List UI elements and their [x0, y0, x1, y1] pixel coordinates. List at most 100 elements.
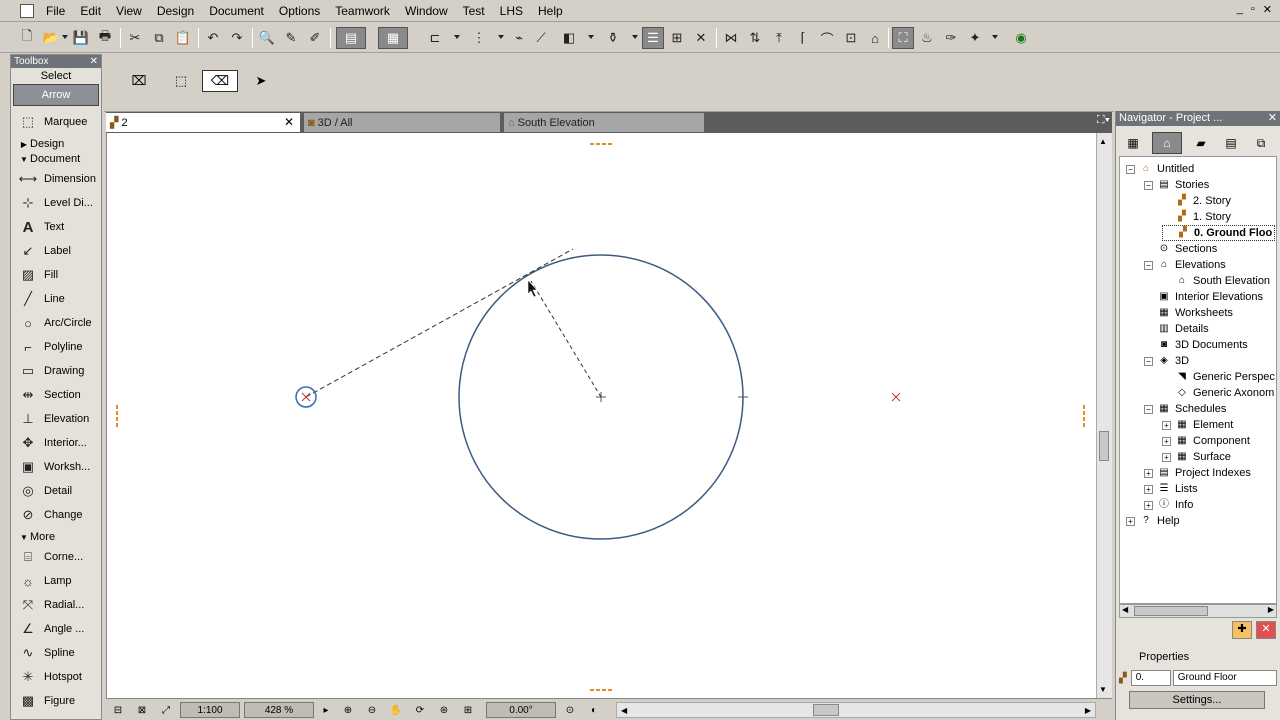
- tool-change[interactable]: ⊘ Change: [11, 504, 101, 526]
- view-map-icon[interactable]: ⌂: [1152, 132, 1182, 154]
- tree-item[interactable]: +? Help: [1126, 513, 1180, 529]
- scroll-left-icon[interactable]: ◀: [621, 706, 627, 715]
- fillet-icon[interactable]: ⌒: [816, 27, 838, 49]
- layer-settings-icon[interactable]: ▤: [336, 27, 366, 49]
- cancel-icon[interactable]: ✕: [690, 27, 712, 49]
- cursor-snap-icon[interactable]: ⟋: [530, 27, 552, 49]
- tool-radial-dimension[interactable]: ⤧ Radial...: [11, 594, 101, 616]
- horizontal-scrollbar[interactable]: ◀ ▶: [616, 702, 1096, 718]
- restore-icon[interactable]: ▫: [1251, 3, 1255, 16]
- scroll-left-icon[interactable]: ◀: [1122, 605, 1128, 614]
- tree-item[interactable]: − ▤ Stories: [1144, 177, 1209, 193]
- tab-list-icon[interactable]: ⛶▾: [1097, 114, 1110, 127]
- story-name-field[interactable]: Ground Floor: [1172, 670, 1277, 686]
- collapse-icon[interactable]: −: [1144, 260, 1153, 270]
- scroll-right-icon[interactable]: ▶: [1268, 605, 1274, 614]
- close-icon[interactable]: ✕: [1263, 3, 1272, 16]
- tool-figure[interactable]: ▩ Figure: [11, 690, 101, 712]
- dimension-toggle-icon[interactable]: ⊞: [666, 27, 688, 49]
- tree-item[interactable]: − ⌂ Elevations: [1144, 257, 1226, 273]
- minimize-icon[interactable]: _: [1237, 3, 1243, 16]
- tab-south-elevation[interactable]: ⌂ South Elevation: [504, 113, 704, 132]
- tree-item[interactable]: + ▤ Project Indexes: [1144, 465, 1251, 481]
- tree-item[interactable]: ⌂ South Elevation: [1162, 273, 1270, 289]
- paste-icon[interactable]: 📋: [172, 27, 194, 49]
- tree-item[interactable]: ▞ 0. Ground Floo: [1162, 225, 1276, 241]
- find-select-icon[interactable]: 🔍: [256, 27, 278, 49]
- undo-icon[interactable]: ↶: [202, 27, 224, 49]
- trace-icon[interactable]: ⌁: [508, 27, 530, 49]
- tool-elevation[interactable]: ⊥ Elevation: [11, 408, 101, 430]
- tree-item[interactable]: ▥ Details: [1144, 321, 1208, 337]
- section-more[interactable]: ▼ More: [11, 530, 101, 544]
- tree-item[interactable]: − ◈ 3D: [1144, 353, 1189, 369]
- redo-icon[interactable]: ↷: [226, 27, 248, 49]
- expand-icon[interactable]: +: [1162, 452, 1171, 462]
- menu-design[interactable]: Design: [151, 4, 203, 18]
- paint-icon[interactable]: ♨: [916, 27, 938, 49]
- selection-method-icon[interactable]: ⬚: [166, 70, 196, 92]
- tree-item[interactable]: − ▦ Schedules: [1144, 401, 1226, 417]
- fit-in-window-icon[interactable]: ⊞: [458, 702, 478, 718]
- layout-book-icon[interactable]: ▰: [1186, 132, 1216, 154]
- collapse-icon[interactable]: −: [1126, 164, 1135, 174]
- tree-item[interactable]: ◇ Generic Axonom: [1162, 385, 1274, 401]
- expand-icon[interactable]: +: [1162, 436, 1171, 446]
- organizer-icon[interactable]: ⧉: [1246, 132, 1276, 154]
- pointer-icon[interactable]: ➤: [246, 70, 276, 92]
- offset-icon[interactable]: ⌈: [792, 27, 814, 49]
- tree-item[interactable]: ⊙ Sections: [1144, 241, 1217, 257]
- view-options-icon[interactable]: ◐: [584, 702, 604, 718]
- menu-view[interactable]: View: [110, 4, 151, 18]
- zoom-out-icon[interactable]: ⊖: [362, 702, 382, 718]
- menu-window[interactable]: Window: [399, 4, 457, 18]
- zoom-arrow-icon[interactable]: ▸: [318, 702, 334, 718]
- surface-painter-icon[interactable]: ✦: [964, 27, 986, 49]
- scroll-thumb[interactable]: [1099, 431, 1109, 461]
- tree-item[interactable]: + ☰ Lists: [1144, 481, 1198, 497]
- open-folder-icon[interactable]: 📂: [40, 27, 62, 49]
- section-document[interactable]: ▼ Document: [11, 152, 101, 166]
- menu-edit[interactable]: Edit: [74, 4, 110, 18]
- geometry-method-icon[interactable]: ⌧: [124, 70, 154, 92]
- rotate-view-icon[interactable]: ⟳: [410, 702, 430, 718]
- tool-polyline[interactable]: ⌐ Polyline: [11, 336, 101, 358]
- scroll-down-icon[interactable]: ▼: [1099, 685, 1107, 694]
- scroll-right-icon[interactable]: ▶: [1085, 706, 1091, 715]
- section-design[interactable]: ▶ Design: [11, 137, 101, 151]
- publisher-sets-icon[interactable]: ▤: [1216, 132, 1246, 154]
- explode-icon[interactable]: ⊡: [840, 27, 862, 49]
- print-icon[interactable]: 🖶: [94, 27, 116, 49]
- tool-spline[interactable]: ∿ Spline: [11, 642, 101, 664]
- tool-line[interactable]: ╱ Line: [11, 288, 101, 310]
- new-folder-icon[interactable]: ✚: [1232, 621, 1252, 639]
- expand-icon[interactable]: +: [1144, 500, 1153, 510]
- arrow-tool-button[interactable]: Arrow: [13, 84, 99, 106]
- angle-field[interactable]: 0.00°: [486, 702, 556, 718]
- tool-label[interactable]: ↙ Label: [11, 240, 101, 262]
- tool-lamp[interactable]: ☼ Lamp: [11, 570, 101, 592]
- close-icon[interactable]: ✕: [90, 55, 98, 68]
- mirror-icon[interactable]: ⋈: [720, 27, 742, 49]
- tree-item[interactable]: ▞ 1. Story: [1162, 209, 1231, 225]
- scale-field[interactable]: 1:100: [180, 702, 240, 718]
- drag-icon[interactable]: ⤒: [768, 27, 790, 49]
- inject-parameters-icon[interactable]: ✐: [304, 27, 326, 49]
- menu-options[interactable]: Options: [273, 4, 329, 18]
- expand-icon[interactable]: +: [1144, 484, 1153, 494]
- close-icon[interactable]: ✕: [1268, 111, 1277, 126]
- vertical-scrollbar[interactable]: ▲ ▼: [1096, 133, 1112, 698]
- floor-plan-cut-icon[interactable]: ⊏: [424, 27, 446, 49]
- drawing-canvas[interactable]: [106, 133, 1096, 698]
- menu-help[interactable]: Help: [532, 4, 572, 18]
- tree-item[interactable]: − ⌂ Untitled: [1126, 161, 1194, 177]
- new-file-icon[interactable]: 🗋: [16, 27, 38, 49]
- tree-item[interactable]: + ▦ Surface: [1162, 449, 1231, 465]
- tree-item[interactable]: + ⓘ Info: [1144, 497, 1193, 513]
- delete-icon[interactable]: ✕: [1256, 621, 1276, 639]
- pick-up-parameters-icon[interactable]: ✎: [280, 27, 302, 49]
- tool-interior-elevation[interactable]: ✥ Interior...: [11, 432, 101, 454]
- tool-fill[interactable]: ▨ Fill: [11, 264, 101, 286]
- tab-floor-plan[interactable]: ▞ 2 ✕: [106, 113, 300, 132]
- collapse-icon[interactable]: −: [1144, 180, 1153, 190]
